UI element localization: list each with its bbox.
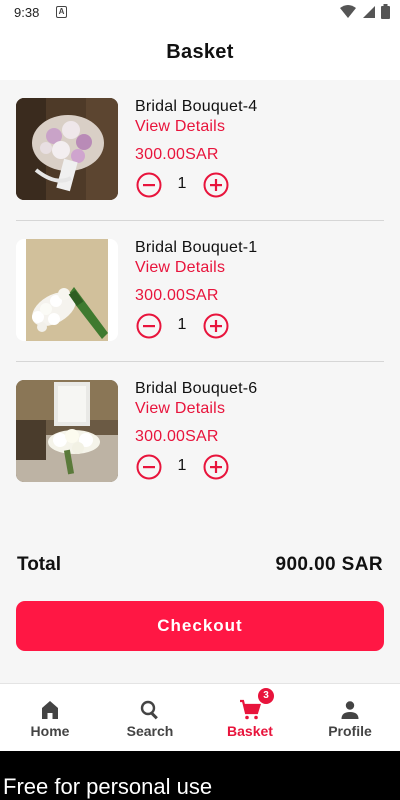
- search-icon: [140, 700, 158, 720]
- status-icons: [340, 4, 390, 19]
- decrease-quantity-button[interactable]: [136, 454, 162, 480]
- product-image[interactable]: [16, 380, 118, 482]
- home-icon: [42, 701, 58, 719]
- cart-count-badge: 3: [258, 688, 274, 704]
- status-time: 9:38: [14, 5, 40, 20]
- nav-item-basket[interactable]: 3 Basket: [200, 684, 300, 751]
- cellular-icon: [363, 5, 375, 18]
- watermark-text: Free for personal use: [3, 774, 213, 799]
- basket-item: Bridal Bouquet-6 View Details 300.00SAR …: [0, 362, 400, 503]
- nav-label: Search: [126, 723, 174, 739]
- battery-icon: [381, 4, 390, 19]
- notification-icon: A: [56, 6, 67, 18]
- quantity-value: 1: [177, 175, 187, 192]
- item-price: 300.00SAR: [135, 146, 219, 163]
- item-name: Bridal Bouquet-4: [135, 98, 258, 115]
- bottom-nav: Home Search 3 Basket Profile: [0, 683, 400, 751]
- decrease-quantity-button[interactable]: [136, 172, 162, 198]
- nav-label: Home: [30, 723, 70, 739]
- increase-quantity-button[interactable]: [203, 454, 229, 480]
- item-price: 300.00SAR: [135, 287, 219, 304]
- nav-item-search[interactable]: Search: [100, 684, 200, 751]
- nav-item-home[interactable]: Home: [0, 684, 100, 751]
- app-header: Basket: [0, 26, 400, 80]
- total-label: Total: [17, 554, 61, 575]
- item-price: 300.00SAR: [135, 428, 219, 445]
- item-name: Bridal Bouquet-1: [135, 239, 258, 256]
- product-image[interactable]: [16, 239, 118, 341]
- checkout-button[interactable]: Checkout: [16, 601, 384, 651]
- quantity-value: 1: [177, 457, 187, 474]
- cart-icon: [240, 699, 261, 720]
- decrease-quantity-button[interactable]: [136, 313, 162, 339]
- increase-quantity-button[interactable]: [203, 172, 229, 198]
- item-name: Bridal Bouquet-6: [135, 380, 258, 397]
- nav-label: Profile: [328, 723, 372, 739]
- nav-item-profile[interactable]: Profile: [300, 684, 400, 751]
- page-title: Basket: [166, 41, 234, 63]
- quantity-value: 1: [177, 316, 187, 333]
- nav-label: Basket: [227, 723, 273, 739]
- total-value: 900.00 SAR: [275, 554, 383, 575]
- wifi-icon: [340, 4, 356, 18]
- view-details-link[interactable]: View Details: [135, 259, 225, 277]
- person-icon: [341, 701, 359, 719]
- status-bar: 9:38 A: [0, 0, 400, 26]
- product-image[interactable]: [16, 98, 118, 200]
- view-details-link[interactable]: View Details: [135, 400, 225, 418]
- increase-quantity-button[interactable]: [203, 313, 229, 339]
- view-details-link[interactable]: View Details: [135, 118, 225, 136]
- basket-item: Bridal Bouquet-1 View Details 300.00SAR …: [0, 221, 400, 362]
- basket-item: Bridal Bouquet-4 View Details 300.00SAR …: [0, 80, 400, 221]
